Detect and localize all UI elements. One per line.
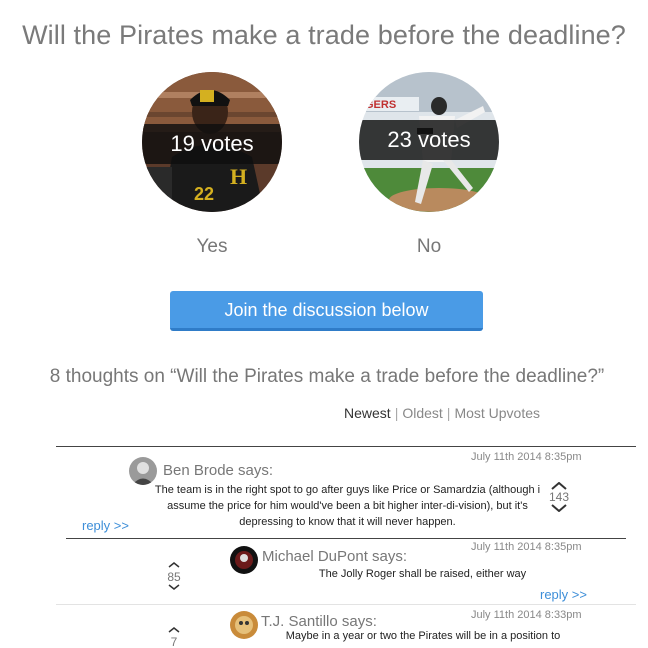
poll-question: Will the Pirates make a trade before the… [22, 20, 626, 50]
player-photo-no[interactable]: GERS 23 votes [359, 72, 499, 212]
vote-count: 7 [170, 635, 178, 648]
comment-date: July 11th 2014 8:33pm [471, 609, 582, 621]
sort-most-upvotes[interactable]: Most Upvotes [454, 405, 540, 421]
divider [66, 538, 626, 539]
upvote-icon[interactable] [548, 482, 570, 490]
sort-separator: | [394, 405, 399, 421]
comment-voter: 85 [163, 562, 185, 592]
comment-date: July 11th 2014 8:35pm [471, 541, 582, 553]
comment-sort-bar: Newest | Oldest | Most Upvotes [344, 405, 540, 421]
avatar[interactable] [230, 546, 258, 574]
comment-text: The Jolly Roger shall be raised, either … [318, 568, 527, 580]
reply-link[interactable]: reply >> [82, 518, 129, 533]
divider [56, 604, 636, 605]
svg-text:22: 22 [194, 184, 214, 204]
poll-option-yes[interactable]: 22 H 19 votes Yes [142, 72, 282, 258]
vote-count: 85 [167, 570, 181, 584]
comment-author: Ben Brode says: [163, 462, 274, 479]
divider [56, 446, 636, 447]
avatar[interactable] [129, 457, 157, 485]
player-photo-yes[interactable]: 22 H 19 votes [142, 72, 282, 212]
avatar[interactable] [230, 611, 258, 639]
comment-voter: 143 [548, 482, 570, 512]
comment-text: The team is in the right spot to go afte… [154, 484, 541, 528]
comment-author: Michael DuPont says: [262, 548, 408, 565]
vote-count: 143 [548, 490, 570, 504]
reply-link[interactable]: reply >> [540, 587, 587, 602]
downvote-icon[interactable] [548, 504, 570, 512]
svg-text:GERS: GERS [365, 99, 396, 111]
sort-oldest[interactable]: Oldest [402, 405, 442, 421]
sort-separator: | [446, 405, 451, 421]
vote-count-no: 23 votes [359, 120, 499, 160]
poll-option-no[interactable]: GERS 23 votes No [359, 72, 499, 258]
svg-text:H: H [230, 164, 247, 189]
comment-text: Maybe in a year or two the Pirates will … [285, 630, 561, 642]
comment-voter: 7 [163, 627, 185, 648]
upvote-icon[interactable] [163, 562, 185, 570]
vote-count-yes: 19 votes [142, 124, 282, 164]
join-discussion-button[interactable]: Join the discussion below [170, 291, 483, 331]
sort-newest[interactable]: Newest [344, 405, 391, 421]
option-label-yes: Yes [196, 236, 228, 257]
upvote-icon[interactable] [163, 627, 185, 635]
comments-heading: 8 thoughts on “Will the Pirates make a t… [49, 366, 605, 387]
comment-date: July 11th 2014 8:35pm [471, 451, 582, 463]
downvote-icon[interactable] [163, 584, 185, 592]
poll-page: Will the Pirates make a trade before the… [0, 0, 648, 648]
option-label-no: No [416, 236, 442, 257]
